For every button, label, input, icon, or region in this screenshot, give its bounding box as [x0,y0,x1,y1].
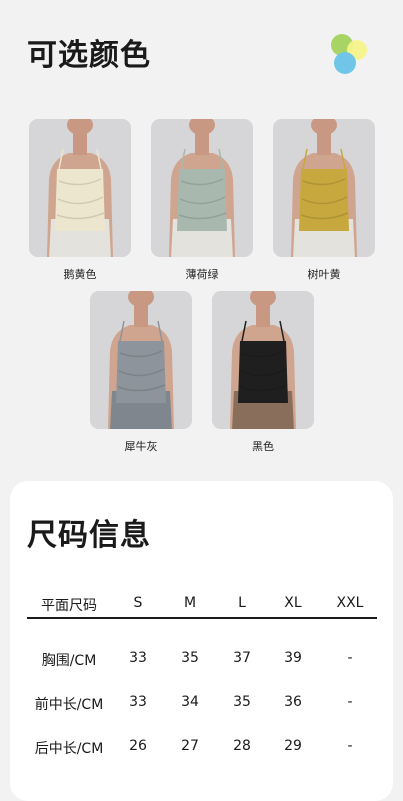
table-cell: 33 [129,650,147,666]
table-cell: 27 [181,738,199,754]
table-cell: 39 [284,650,302,666]
table-cell: 28 [233,738,251,754]
table-cell: - [347,650,353,666]
table-cell: 26 [129,738,147,754]
product-photo [151,119,253,257]
header-cell: M [183,595,197,611]
size-table-header: 平面尺码 S M L XL XXL [27,589,377,619]
header-cell: XL [284,595,302,611]
color-name-label: 薄荷绿 [185,268,219,281]
table-cell: - [347,738,353,754]
table-cell: 36 [284,694,302,710]
header-cell: XXL [336,595,364,611]
color-name-label: 树叶黄 [307,268,341,281]
decorative-dots-icon [331,34,373,76]
product-photo [90,291,192,429]
table-cell: - [347,694,353,710]
row-label: 胸围/CM [41,653,97,669]
table-cell: 34 [181,694,199,710]
color-name-label: 犀牛灰 [124,440,158,453]
color-swatch[interactable]: 黑色 [212,291,314,454]
color-swatch[interactable]: 鹅黄色 [29,119,131,282]
size-info-card: 尺码信息 平面尺码 S M L XL XXL 胸围/CM 33 35 37 39… [10,481,393,801]
color-swatch[interactable]: 犀牛灰 [90,291,192,454]
header-cell: L [238,595,246,611]
row-label: 后中长/CM [34,741,104,757]
table-row: 前中长/CM 33 34 35 36 - [27,680,377,724]
table-row: 后中长/CM 26 27 28 29 - [27,724,377,768]
color-name-label: 黑色 [252,440,274,453]
header-cell: S [133,595,143,611]
color-swatch[interactable]: 薄荷绿 [151,119,253,282]
product-photo [212,291,314,429]
page-title: 可选颜色 [27,38,151,73]
table-row: 胸围/CM 33 35 37 39 - [27,636,377,680]
product-photo [29,119,131,257]
color-name-label: 鹅黄色 [63,268,97,281]
size-table: 平面尺码 S M L XL XXL 胸围/CM 33 35 37 39 - 前中… [27,589,377,768]
color-swatch[interactable]: 树叶黄 [273,119,375,282]
product-photo [273,119,375,257]
table-cell: 29 [284,738,302,754]
table-cell: 35 [233,694,251,710]
table-cell: 35 [181,650,199,666]
header-cell: 平面尺码 [41,598,97,614]
blue-dot-icon [334,52,356,74]
table-cell: 37 [233,650,251,666]
size-section-title: 尺码信息 [27,518,151,553]
row-label: 前中长/CM [34,697,104,713]
table-cell: 33 [129,694,147,710]
